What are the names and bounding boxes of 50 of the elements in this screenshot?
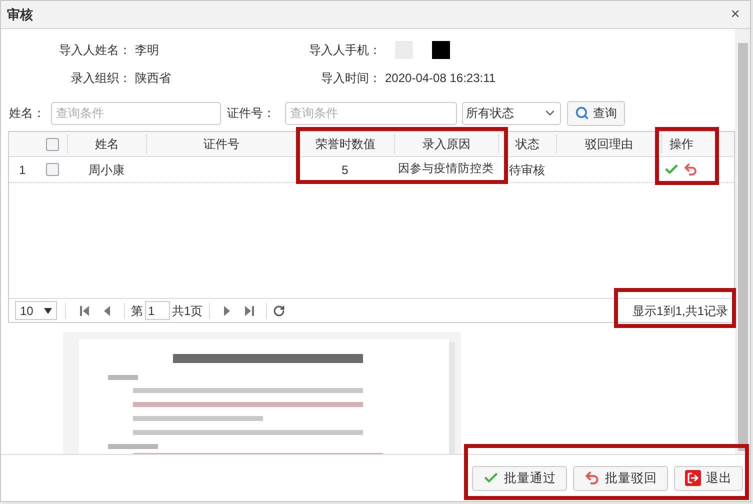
search-icon <box>575 106 589 120</box>
info-label: 导入人姓名： <box>58 42 131 59</box>
scrollbar[interactable] <box>735 29 750 454</box>
page-size-select[interactable]: 10 <box>15 301 57 320</box>
column-header: 操作 <box>661 135 701 153</box>
reject-icon[interactable] <box>683 162 698 177</box>
highlight-frame <box>655 127 719 185</box>
table-cell-text: 待审核 <box>508 162 546 178</box>
name-search-field[interactable]: 查询条件 <box>51 102 221 124</box>
first-page-icon[interactable] <box>80 304 90 316</box>
filter-label: 证件号： <box>227 105 276 122</box>
column-header: 姓名 <box>67 135 146 153</box>
footer-button[interactable]: 批量通过 <box>472 466 567 490</box>
undo-arrow-icon <box>584 470 600 486</box>
page-number-field[interactable]: 1 <box>145 301 170 320</box>
last-page-icon[interactable] <box>244 304 254 316</box>
dropdown-triangle-icon <box>44 308 52 314</box>
checkbox[interactable] <box>46 138 58 150</box>
column-header: 录入原因 <box>394 135 498 153</box>
pager-text: 共1页 <box>172 302 203 320</box>
column-header: 驳回理由 <box>556 135 661 153</box>
info-value: 陕西省 <box>135 70 171 87</box>
checkbox[interactable] <box>46 163 58 176</box>
info-label: 录入组织： <box>70 70 131 87</box>
filter-label: 姓名： <box>9 105 46 122</box>
refresh-icon[interactable] <box>272 304 285 316</box>
table-cell-text: 周小康 <box>88 162 126 178</box>
next-page-icon[interactable] <box>222 304 232 316</box>
info-label: 导入人手机： <box>308 42 381 59</box>
column-header: 证件号 <box>146 135 296 153</box>
footer-button[interactable]: 退出 <box>674 466 743 490</box>
redaction-block <box>432 41 450 59</box>
column-header: 状态 <box>498 135 556 153</box>
table-cell-text: 5 <box>340 162 350 178</box>
table-cell-text: 因参与疫情防控类 <box>397 162 495 177</box>
previous-page-icon[interactable] <box>102 304 112 316</box>
column-header: 荣誉时数值 <box>296 135 394 153</box>
info-value: 2020-04-08 16:23:11 <box>385 70 496 87</box>
row-number: 1 <box>18 162 27 178</box>
search-button[interactable]: 查询 <box>567 100 625 126</box>
footer-button[interactable]: 批量驳回 <box>573 466 668 490</box>
dialog-title: 审核 <box>7 6 33 24</box>
info-value: 李明 <box>135 42 159 59</box>
status-dropdown[interactable]: 所有状态 <box>462 102 561 124</box>
record-summary: 显示1到1,共1记录 <box>632 302 728 320</box>
exit-icon <box>685 470 701 486</box>
id-search-field[interactable]: 查询条件 <box>285 102 457 124</box>
pager-text: 第 <box>131 302 143 320</box>
info-label: 导入时间： <box>320 70 381 87</box>
close-button[interactable]: × <box>726 2 744 26</box>
